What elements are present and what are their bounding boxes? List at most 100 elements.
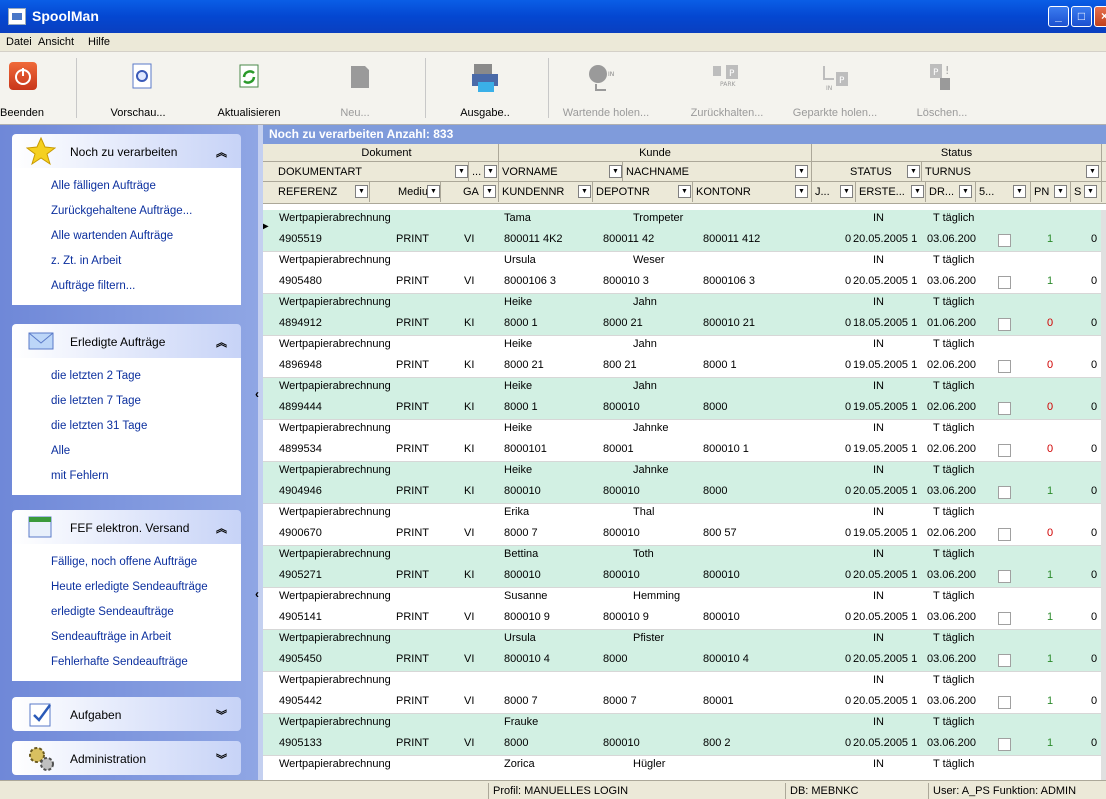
sidebar-item-31-tage[interactable]: die letzten 31 Tage — [12, 414, 241, 439]
row-checkbox[interactable] — [998, 570, 1011, 583]
cell-j: 0 — [845, 401, 852, 413]
menu-ansicht[interactable]: Ansicht — [38, 36, 74, 48]
col-dots[interactable]: ... ▼ — [469, 162, 499, 182]
group-header-erledigte[interactable]: Erledigte Aufträge ︽ — [12, 324, 241, 358]
table-row[interactable]: Wertpapierabrechnung 4905133 PRINT VI Frauke… — [263, 714, 1106, 756]
sidebar-item-in-arbeit[interactable]: z. Zt. in Arbeit — [12, 249, 241, 274]
sidebar-item-2-tage[interactable]: die letzten 2 Tage — [12, 364, 241, 389]
col-ga[interactable]: GA ▼ — [441, 182, 499, 202]
col-medium[interactable]: Medium ▼ — [370, 182, 441, 202]
sidebar-item-sende-in-arbeit[interactable]: Sendeaufträge in Arbeit — [12, 625, 241, 650]
col-status[interactable]: STATUS ▼ — [812, 162, 922, 182]
expand-chevron-icon[interactable]: ︾ — [216, 707, 227, 723]
vertical-scrollbar[interactable] — [1101, 210, 1106, 780]
collapse-left-icon[interactable]: ‹ — [255, 587, 259, 601]
col-turnus[interactable]: TURNUS ▼ — [922, 162, 1102, 182]
sidebar-item-faellige-offene[interactable]: Fällige, noch offene Aufträge — [12, 550, 241, 575]
col-referenz[interactable]: REFERENZ ▼ — [275, 182, 370, 202]
row-checkbox[interactable] — [998, 444, 1011, 457]
col-depotnr[interactable]: DEPOTNR ▼ — [593, 182, 693, 202]
row-checkbox[interactable] — [998, 612, 1011, 625]
col-pn[interactable]: PN ▼ — [1031, 182, 1071, 202]
sidebar-item-fehlerhafte[interactable]: Fehlerhafte Sendeaufträge — [12, 650, 241, 675]
table-row[interactable]: Wertpapierabrechnung 4904946 PRINT KI Heike J… — [263, 462, 1106, 504]
table-row[interactable]: Wertpapierabrechnung 4905271 PRINT KI Bettin… — [263, 546, 1106, 588]
zurueckhalten-button[interactable]: P PARK Zurückhalten... — [684, 52, 770, 125]
table-row[interactable]: Wertpapierabrechnung 4896948 PRINT KI Heike J… — [263, 336, 1106, 378]
cell-kontonr: 8000 — [703, 485, 728, 497]
col-dokumentart[interactable]: DOKUMENTART ▼ — [275, 162, 469, 182]
row-checkbox[interactable] — [998, 654, 1011, 667]
table-row[interactable]: Wertpapierabrechnung 4905450 PRINT VI Ursula… — [263, 630, 1106, 672]
sidebar-item-zurueckgehaltene[interactable]: Zurückgehaltene Aufträge... — [12, 199, 241, 224]
cell-j: 0 — [845, 317, 852, 329]
sidebar-item-alle[interactable]: Alle — [12, 439, 241, 464]
loeschen-button[interactable]: P! Löschen... — [912, 52, 972, 125]
table-row[interactable]: Wertpapierabrechnung 4905141 PRINT VI Susann… — [263, 588, 1106, 630]
col-dr[interactable]: DR... ▼ — [926, 182, 976, 202]
row-checkbox[interactable] — [998, 486, 1011, 499]
col-s[interactable]: S ▼ — [1071, 182, 1102, 202]
wartende-holen-button[interactable]: IN Wartende holen... — [558, 52, 654, 125]
table-row[interactable]: Wertpapierabrechnung Zorica Hügler IN T tägl… — [263, 756, 1106, 780]
cell-pn: 0 — [1047, 443, 1054, 455]
menu-hilfe[interactable]: Hilfe — [88, 36, 110, 48]
row-checkbox[interactable] — [998, 318, 1011, 331]
collapse-chevron-icon[interactable]: ︽ — [216, 520, 227, 536]
row-checkbox[interactable] — [998, 234, 1011, 247]
col-erste[interactable]: ERSTE... ▼ — [856, 182, 926, 202]
aktualisieren-button[interactable]: Aktualisieren — [210, 52, 288, 125]
geparkte-holen-button[interactable]: P IN Geparkte holen... — [792, 52, 878, 125]
table-row[interactable]: Wertpapierabrechnung 4899444 PRINT KI Heike J… — [263, 378, 1106, 420]
row-checkbox[interactable] — [998, 276, 1011, 289]
menu-datei[interactable]: Datei — [6, 36, 32, 48]
close-button[interactable]: × — [1094, 6, 1106, 27]
cell-status: IN — [873, 464, 884, 476]
col-nachname[interactable]: NACHNAME ▼ — [623, 162, 812, 182]
expand-chevron-icon[interactable]: ︾ — [216, 751, 227, 767]
table-row[interactable]: Wertpapierabrechnung 4905480 PRINT VI Ursula… — [263, 252, 1106, 294]
col-kontonr[interactable]: KONTONR ▼ — [693, 182, 812, 202]
beenden-button[interactable]: Beenden — [0, 52, 44, 125]
sidebar-item-7-tage[interactable]: die letzten 7 Tage — [12, 389, 241, 414]
table-row[interactable]: Wertpapierabrechnung 4899534 PRINT KI Heike J… — [263, 420, 1106, 462]
sidebar-item-erledigte-sende[interactable]: erledigte Sendeaufträge — [12, 600, 241, 625]
maximize-button[interactable]: □ — [1071, 6, 1092, 27]
sidebar-item-alle-wartenden[interactable]: Alle wartenden Aufträge — [12, 224, 241, 249]
group-header-fef[interactable]: FEF elektron. Versand ︽ — [12, 510, 241, 544]
collapse-chevron-icon[interactable]: ︽ — [216, 144, 227, 160]
sidebar-item-heute-erledigte[interactable]: Heute erledigte Sendeaufträge — [12, 575, 241, 600]
col-j[interactable]: J... ▼ — [812, 182, 856, 202]
row-checkbox[interactable] — [998, 738, 1011, 751]
col-kundennr[interactable]: KUNDENNR ▼ — [499, 182, 593, 202]
collapse-chevron-icon[interactable]: ︽ — [216, 334, 227, 350]
cell-status: IN — [873, 548, 884, 560]
row-checkbox[interactable] — [998, 696, 1011, 709]
row-checkbox[interactable] — [998, 360, 1011, 373]
col-vorname[interactable]: VORNAME ▼ — [499, 162, 623, 182]
title-bar[interactable]: SpoolMan _ □ × — [0, 0, 1106, 33]
cell-turnus: T täglich — [933, 590, 975, 602]
cell-s: 0 — [1091, 611, 1098, 623]
sidebar-item-mit-fehlern[interactable]: mit Fehlern — [12, 464, 241, 489]
group-header-noch-zu-verarbeiten[interactable]: Noch zu verarbeiten ︽ — [12, 134, 241, 168]
cell-depotnr: 800 21 — [603, 359, 637, 371]
vorschau-button[interactable]: Vorschau... — [95, 52, 181, 125]
row-checkbox[interactable] — [998, 402, 1011, 415]
neu-button[interactable]: Neu... — [330, 52, 380, 125]
collapse-left-icon[interactable]: ‹ — [255, 387, 259, 401]
cell-turnus: T täglich — [933, 254, 975, 266]
col-5[interactable]: 5... ▼ — [976, 182, 1031, 202]
sidebar-item-alle-faelligen[interactable]: Alle fälligen Aufträge — [12, 174, 241, 199]
cell-kontonr: 8000 — [703, 401, 728, 413]
ausgabe-button[interactable]: Ausgabe.. — [452, 52, 518, 125]
table-row[interactable]: Wertpapierabrechnung 4900670 PRINT VI Erika T… — [263, 504, 1106, 546]
table-row[interactable]: Wertpapierabrechnung 4894912 PRINT KI Heike J… — [263, 294, 1106, 336]
table-row[interactable]: ▶ Wertpapierabrechnung 4905519 PRINT VI Tama T… — [263, 210, 1106, 252]
group-header-administration[interactable]: Administration ︾ — [12, 741, 241, 775]
row-checkbox[interactable] — [998, 528, 1011, 541]
minimize-button[interactable]: _ — [1048, 6, 1069, 27]
group-header-aufgaben[interactable]: Aufgaben ︾ — [12, 697, 241, 731]
sidebar-item-filtern[interactable]: Aufträge filtern... — [12, 274, 241, 299]
table-row[interactable]: Wertpapierabrechnung 4905442 PRINT VI 8000 7… — [263, 672, 1106, 714]
